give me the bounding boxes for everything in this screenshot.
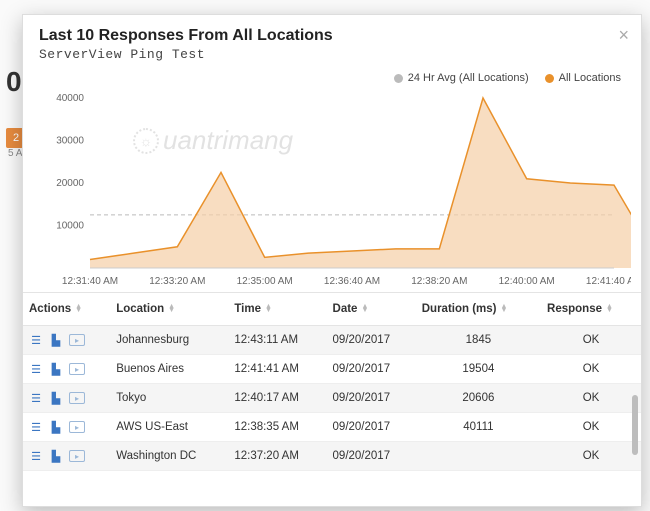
x-axis: 12:31:40 AM 12:33:20 AM 12:35:00 AM 12:36:4… — [62, 276, 631, 287]
bars-icon[interactable]: ▙ — [49, 363, 63, 375]
legend-dot-all — [545, 74, 554, 83]
cell-location: Johannesburg — [110, 326, 228, 355]
close-icon[interactable]: × — [618, 25, 629, 46]
cell-duration: 1845 — [416, 326, 541, 355]
svg-text:12:40:00 AM: 12:40:00 AM — [499, 276, 555, 287]
modal-header: Last 10 Responses From All Locations Ser… — [23, 15, 641, 68]
y-axis: 10000 20000 30000 40000 — [56, 93, 84, 232]
svg-text:12:38:20 AM: 12:38:20 AM — [411, 276, 467, 287]
legend-all-label: All Locations — [559, 72, 621, 84]
table-body: ☰▙▸Johannesburg12:43:11 AM09/20/20171845… — [23, 326, 641, 471]
sort-icon[interactable]: ▲▼ — [265, 305, 272, 313]
table-row[interactable]: ☰ ▙ ▸ Washington DC12:37:20 AM09/20/2017 OK — [23, 442, 641, 471]
svg-text:20000: 20000 — [56, 178, 84, 189]
cell-duration — [416, 442, 541, 471]
sort-icon[interactable]: ▲▼ — [606, 305, 613, 313]
col-duration[interactable]: Duration (ms)▲▼ — [416, 293, 541, 326]
cell-time: 12:43:11 AM — [228, 326, 326, 355]
sort-icon[interactable]: ▲▼ — [361, 305, 368, 313]
cell-location: Washington DC — [110, 442, 228, 471]
cell-time: 12:41:41 AM — [228, 355, 326, 384]
table-row[interactable]: ☰ ▙ ▸ AWS US-East12:38:35 AM09/20/201740111… — [23, 413, 641, 442]
cell-date: 09/20/2017 — [327, 326, 416, 355]
cell-response: OK — [541, 384, 641, 413]
chart-container: 10000 20000 30000 40000 12:31:40 AM 12:33:20… — [23, 86, 641, 292]
table-row[interactable]: ☰ ▙ ▸ Tokyo12:40:17 AM09/20/201720606OK — [23, 384, 641, 413]
cell-response: OK — [541, 413, 641, 442]
cell-duration: 19504 — [416, 355, 541, 384]
cell-location: Buenos Aires — [110, 355, 228, 384]
series-area — [90, 98, 631, 268]
modal-dialog: Last 10 Responses From All Locations Ser… — [22, 14, 642, 507]
list-icon[interactable]: ☰ — [29, 450, 43, 462]
response-chart: 10000 20000 30000 40000 12:31:40 AM 12:33:20… — [37, 90, 631, 290]
cell-date: 09/20/2017 — [327, 384, 416, 413]
cell-response: OK — [541, 355, 641, 384]
col-time[interactable]: Time▲▼ — [228, 293, 326, 326]
svg-text:30000: 30000 — [56, 136, 84, 147]
modal-title: Last 10 Responses From All Locations — [39, 27, 625, 45]
cell-time: 12:37:20 AM — [228, 442, 326, 471]
list-icon[interactable]: ☰ — [29, 392, 43, 404]
sort-icon[interactable]: ▲▼ — [75, 305, 82, 313]
cell-response: OK — [541, 442, 641, 471]
bars-icon[interactable]: ▙ — [49, 392, 63, 404]
responses-table: Actions▲▼ Location▲▼ Time▲▼ Date▲▼ Durat… — [23, 292, 641, 471]
svg-text:12:41:40 AM: 12:41:40 AM — [586, 276, 631, 287]
bg-big-number: 0 — [6, 66, 22, 98]
col-actions[interactable]: Actions▲▼ — [23, 293, 110, 326]
cell-date: 09/20/2017 — [327, 413, 416, 442]
cell-location: Tokyo — [110, 384, 228, 413]
list-icon[interactable]: ☰ — [29, 421, 43, 433]
list-icon[interactable]: ☰ — [29, 334, 43, 346]
col-location[interactable]: Location▲▼ — [110, 293, 228, 326]
legend-dot-avg — [394, 74, 403, 83]
play-icon[interactable]: ▸ — [69, 421, 85, 433]
modal-subtitle: ServerView Ping Test — [39, 47, 625, 62]
scrollbar-thumb[interactable] — [632, 395, 638, 455]
svg-text:40000: 40000 — [56, 93, 84, 104]
svg-text:12:31:40 AM: 12:31:40 AM — [62, 276, 118, 287]
cell-date: 09/20/2017 — [327, 355, 416, 384]
col-response[interactable]: Response▲▼ — [541, 293, 641, 326]
svg-text:10000: 10000 — [56, 221, 84, 232]
cell-time: 12:40:17 AM — [228, 384, 326, 413]
table-header-row: Actions▲▼ Location▲▼ Time▲▼ Date▲▼ Durat… — [23, 293, 641, 326]
list-icon[interactable]: ☰ — [29, 363, 43, 375]
bars-icon[interactable]: ▙ — [49, 450, 63, 462]
play-icon[interactable]: ▸ — [69, 450, 85, 462]
chart-legend: 24 Hr Avg (All Locations) All Locations — [23, 68, 641, 86]
cell-response: OK — [541, 326, 641, 355]
svg-text:12:36:40 AM: 12:36:40 AM — [324, 276, 380, 287]
svg-text:12:33:20 AM: 12:33:20 AM — [149, 276, 205, 287]
legend-all[interactable]: All Locations — [545, 72, 621, 84]
table-row[interactable]: ☰ ▙ ▸ Johannesburg12:43:11 AM09/20/20171845… — [23, 326, 641, 355]
svg-text:12:35:00 AM: 12:35:00 AM — [237, 276, 293, 287]
cell-time: 12:38:35 AM — [228, 413, 326, 442]
cell-location: AWS US-East — [110, 413, 228, 442]
legend-avg-label: 24 Hr Avg (All Locations) — [408, 72, 529, 84]
play-icon[interactable]: ▸ — [69, 363, 85, 375]
sort-icon[interactable]: ▲▼ — [501, 305, 508, 313]
cell-date: 09/20/2017 — [327, 442, 416, 471]
table-row[interactable]: ☰ ▙ ▸ Buenos Aires12:41:41 AM09/20/20171950… — [23, 355, 641, 384]
bars-icon[interactable]: ▙ — [49, 421, 63, 433]
sort-icon[interactable]: ▲▼ — [168, 305, 175, 313]
cell-duration: 20606 — [416, 384, 541, 413]
legend-avg[interactable]: 24 Hr Avg (All Locations) — [394, 72, 529, 84]
col-date[interactable]: Date▲▼ — [327, 293, 416, 326]
cell-duration: 40111 — [416, 413, 541, 442]
play-icon[interactable]: ▸ — [69, 334, 85, 346]
play-icon[interactable]: ▸ — [69, 392, 85, 404]
bars-icon[interactable]: ▙ — [49, 334, 63, 346]
